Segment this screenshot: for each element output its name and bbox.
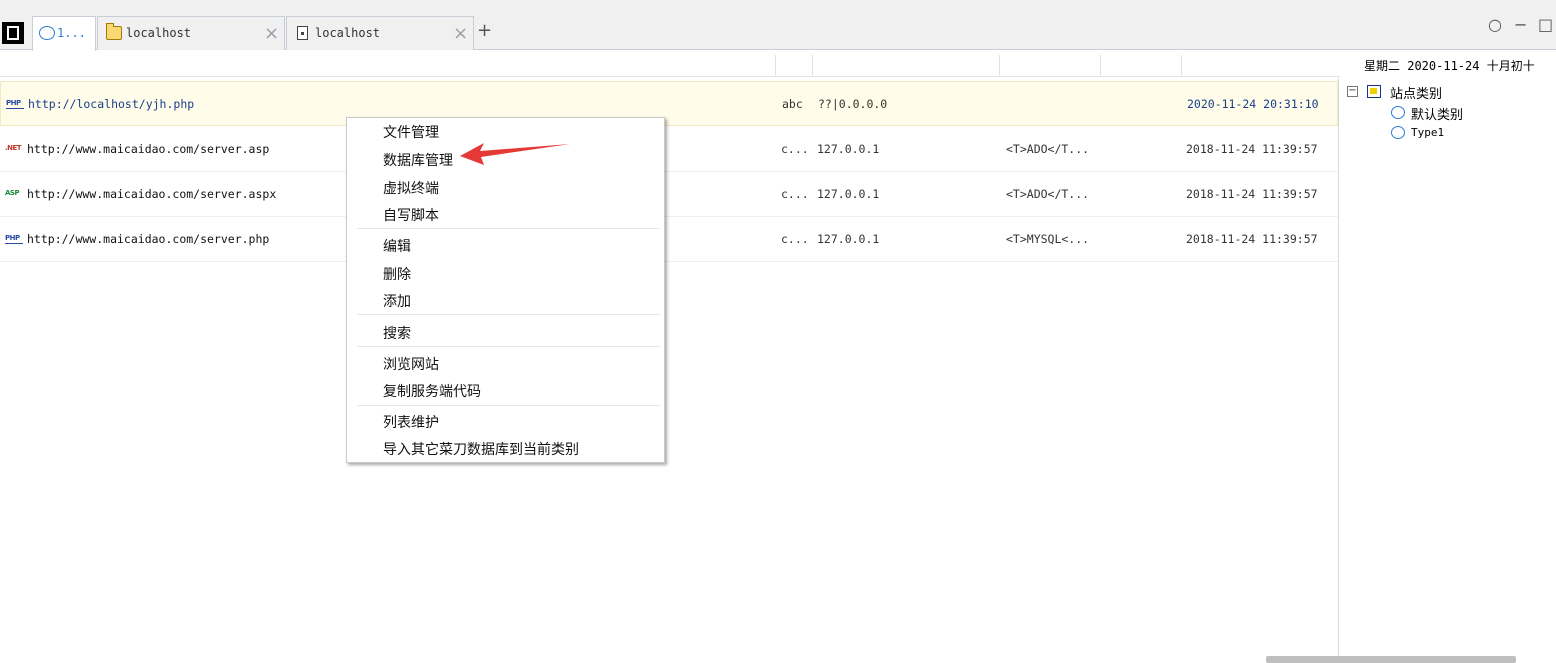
site-note: c... (781, 232, 809, 246)
page-icon (297, 26, 308, 40)
menu-item-edit[interactable]: 编辑 (383, 236, 411, 256)
site-url: http://www.maicaidao.com/server.aspx (27, 187, 277, 201)
site-url: http://localhost/yjh.php (28, 97, 195, 111)
asp-icon: ASP (5, 189, 20, 197)
menu-separator (357, 405, 660, 406)
table-row[interactable]: PHP http://www.maicaidao.com/server.php … (0, 217, 1338, 262)
site-note: c... (781, 187, 809, 201)
app-logo-icon (2, 22, 24, 44)
list-header (0, 55, 1340, 77)
close-icon[interactable]: × (264, 23, 279, 44)
circle-icon (1391, 126, 1405, 139)
category-panel: − 站点类别 默认类别 Type1 (1338, 78, 1556, 663)
php-icon: PHP (5, 233, 23, 244)
minimize-button[interactable]: − (1514, 15, 1527, 34)
site-time: 2020-11-24 20:31:10 (1187, 97, 1319, 111)
tab-localhost-files[interactable]: localhost × (97, 16, 285, 50)
menu-separator (357, 314, 660, 315)
horizontal-scrollbar[interactable] (1266, 656, 1516, 663)
php-icon: PHP (6, 98, 24, 109)
tab-label: localhost (126, 26, 192, 40)
site-ip: 127.0.0.1 (817, 142, 880, 156)
column-separator[interactable] (812, 55, 813, 77)
category-label: Type1 (1411, 126, 1445, 139)
site-note: c... (781, 142, 809, 156)
site-ip: ??|0.0.0.0 (818, 97, 888, 111)
column-separator[interactable] (999, 55, 1000, 77)
site-url: http://www.maicaidao.com/server.php (27, 232, 270, 246)
tab-label: 1... (57, 26, 86, 40)
category-label: 默认类别 (1411, 108, 1464, 123)
site-time: 2018-11-24 11:39:57 (1186, 232, 1318, 246)
date-display: 星期二 2020-11-24 十月初十 (1364, 59, 1535, 73)
table-row[interactable]: .NET http://www.maicaidao.com/server.asp… (0, 127, 1338, 172)
category-root-label[interactable]: 站点类别 (1390, 83, 1442, 102)
site-config: <T>ADO</T... (1006, 142, 1090, 156)
menu-item-database-manager[interactable]: 数据库管理 (383, 150, 453, 170)
column-separator[interactable] (1100, 55, 1101, 77)
column-separator[interactable] (775, 55, 776, 77)
menu-item-browse-site[interactable]: 浏览网站 (383, 354, 439, 374)
tab-label: localhost (315, 26, 381, 40)
menu-item-custom-script[interactable]: 自写脚本 (383, 205, 439, 225)
folder-icon (106, 23, 122, 40)
net-icon: .NET (5, 144, 22, 152)
site-ip: 127.0.0.1 (817, 232, 880, 246)
circle-icon (1391, 106, 1405, 119)
context-menu: 文件管理 数据库管理 虚拟终端 自写脚本 编辑 删除 添加 搜索 浏览网站 复制… (346, 117, 665, 463)
tab-bar: 1... localhost × localhost × + ○ − □ (0, 0, 1556, 51)
menu-separator (357, 346, 660, 347)
circle-window-icon[interactable]: ○ (1488, 15, 1502, 34)
menu-item-delete[interactable]: 删除 (383, 264, 411, 284)
tab-sites[interactable]: 1... (32, 16, 96, 51)
circle-icon (39, 26, 55, 40)
menu-item-import-database[interactable]: 导入其它菜刀数据库到当前类别 (383, 439, 579, 459)
annotation-arrow-icon (460, 143, 570, 165)
menu-separator (357, 228, 660, 229)
add-tab-button[interactable]: + (477, 20, 492, 41)
close-icon[interactable]: × (453, 23, 468, 44)
tab-localhost-page[interactable]: localhost × (286, 16, 474, 50)
collapse-toggle-icon[interactable]: − (1347, 86, 1358, 97)
site-time: 2018-11-24 11:39:57 (1186, 142, 1318, 156)
table-row[interactable]: ASP http://www.maicaidao.com/server.aspx… (0, 172, 1338, 217)
menu-item-copy-server-code[interactable]: 复制服务端代码 (383, 381, 481, 401)
menu-item-list-maintenance[interactable]: 列表维护 (383, 412, 439, 432)
table-row[interactable]: PHP http://localhost/yjh.php abc ??|0.0.… (0, 81, 1338, 126)
menu-item-virtual-terminal[interactable]: 虚拟终端 (383, 178, 439, 198)
site-config: <T>ADO</T... (1006, 187, 1090, 201)
column-separator[interactable] (1181, 55, 1182, 77)
menu-item-search[interactable]: 搜索 (383, 323, 411, 343)
menu-item-file-manager[interactable]: 文件管理 (383, 122, 439, 142)
site-time: 2018-11-24 11:39:57 (1186, 187, 1318, 201)
maximize-button[interactable]: □ (1538, 15, 1553, 34)
category-root-icon (1367, 85, 1381, 98)
site-ip: 127.0.0.1 (817, 187, 880, 201)
menu-item-add[interactable]: 添加 (383, 291, 411, 311)
site-url: http://www.maicaidao.com/server.asp (27, 142, 270, 156)
site-config: <T>MYSQL<... (1006, 232, 1090, 246)
site-note: abc (782, 97, 803, 111)
